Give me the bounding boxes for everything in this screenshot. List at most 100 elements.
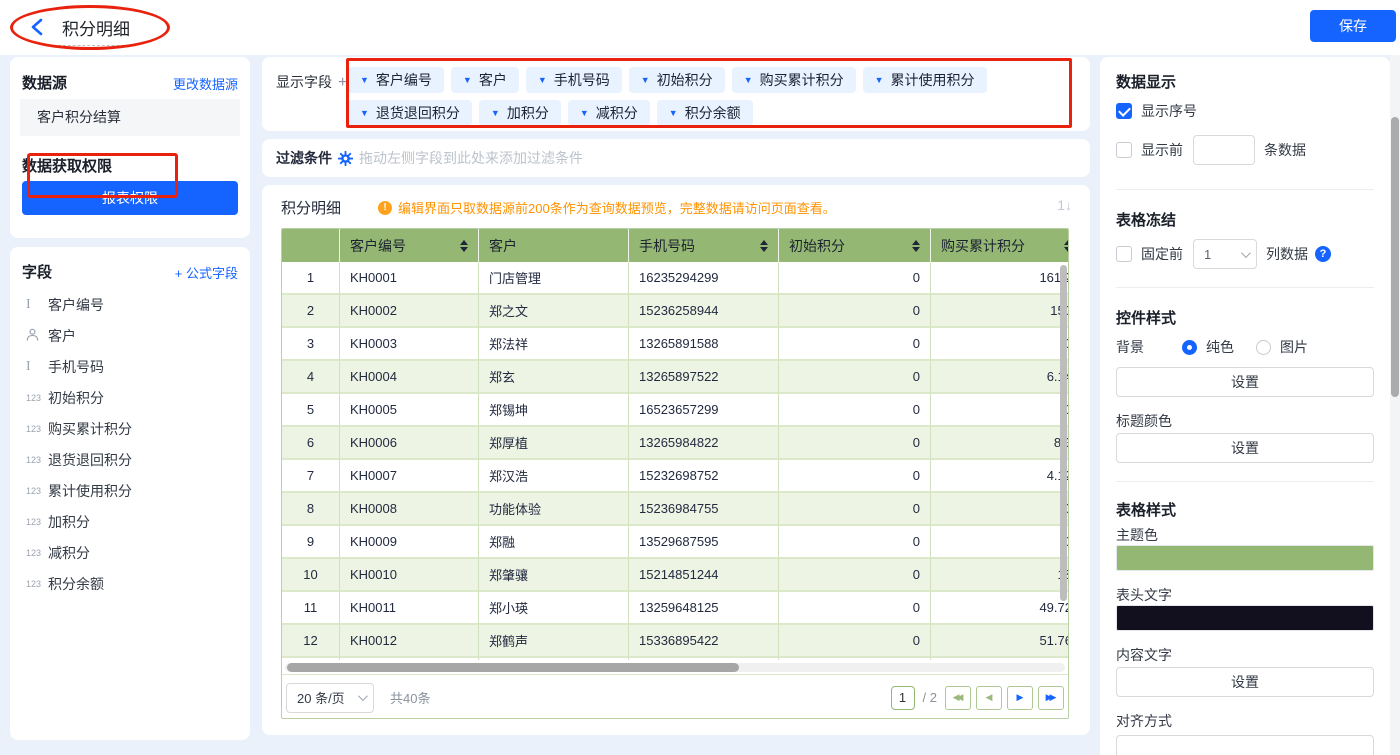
background-label: 背景 xyxy=(1116,337,1182,357)
table-row: 2KH0002郑之文152362589440150 xyxy=(282,295,1069,328)
back-icon[interactable] xyxy=(28,17,48,37)
display-fields-label: 显示字段+ xyxy=(276,69,347,96)
sort-icon[interactable] xyxy=(912,240,920,252)
page-number-input[interactable]: 1 xyxy=(891,686,915,710)
divider xyxy=(1116,481,1374,482)
show-first-input[interactable] xyxy=(1193,135,1255,165)
table-cell xyxy=(340,658,479,660)
row-index-cell: 5 xyxy=(282,394,340,427)
filter-label: 过滤条件 xyxy=(276,148,332,168)
field-item[interactable]: I手机号码 xyxy=(10,351,250,382)
table-cell: 郑玄 xyxy=(479,361,629,394)
freeze-checkbox[interactable] xyxy=(1116,246,1132,262)
sort-icon[interactable] xyxy=(460,240,468,252)
fields-title: 字段 xyxy=(22,261,52,282)
prev-page-button[interactable]: ◀ xyxy=(976,686,1002,710)
show-index-checkbox[interactable] xyxy=(1116,103,1132,119)
freeze-count-select[interactable]: 1 xyxy=(1193,239,1257,269)
table-header-cell[interactable]: 初始积分 xyxy=(779,229,931,262)
sort-icon[interactable] xyxy=(760,240,768,252)
field-item[interactable]: 123退货退回积分 xyxy=(10,444,250,475)
image-radio[interactable] xyxy=(1256,340,1271,355)
field-item[interactable]: 123积分余额 xyxy=(10,568,250,599)
total-count: 共40条 xyxy=(390,688,430,707)
filter-placeholder: 拖动左侧字段到此处来添加过滤条件 xyxy=(359,148,583,168)
table-horizontal-scrollbar[interactable] xyxy=(287,663,739,672)
title-color-set-button[interactable]: 设置 xyxy=(1116,433,1374,463)
sort-order-icon[interactable]: 1↓ xyxy=(1057,197,1072,213)
page-size-select[interactable]: 20 条/页 xyxy=(286,683,374,713)
last-page-button[interactable]: ▶▶ xyxy=(1038,686,1064,710)
display-field-chip[interactable]: ▼手机号码 xyxy=(526,67,622,93)
next-page-button[interactable]: ▶ xyxy=(1007,686,1033,710)
page-title[interactable]: 积分明细 xyxy=(58,15,134,46)
display-field-chip[interactable]: ▼积分余额 xyxy=(657,100,753,126)
datasource-name[interactable]: 客户积分结算 xyxy=(20,99,240,136)
theme-color-swatch[interactable] xyxy=(1116,545,1374,571)
display-field-chip[interactable]: ▼累计使用积分 xyxy=(863,67,987,93)
table-cell xyxy=(931,658,1069,660)
freeze-count-value: 1 xyxy=(1204,247,1211,262)
gear-icon[interactable] xyxy=(338,151,353,166)
divider xyxy=(1116,189,1374,190)
display-field-chip[interactable]: ▼购买累计积分 xyxy=(732,67,856,93)
table-row: 11KH0011郑小瑛13259648125049.72 xyxy=(282,592,1069,625)
field-item[interactable]: 123累计使用积分 xyxy=(10,475,250,506)
background-set-button[interactable]: 设置 xyxy=(1116,367,1374,397)
save-button[interactable]: 保存 xyxy=(1310,10,1396,42)
content-text-set-button[interactable]: 设置 xyxy=(1116,667,1374,697)
add-formula-field-link[interactable]: + 公式字段 xyxy=(175,263,238,282)
field-item[interactable]: 123购买累计积分 xyxy=(10,413,250,444)
change-datasource-link[interactable]: 更改数据源 xyxy=(173,74,238,93)
align-control[interactable] xyxy=(1116,735,1374,755)
field-item-label: 购买累计积分 xyxy=(48,419,132,439)
person-field-icon xyxy=(26,328,48,344)
sort-icon[interactable] xyxy=(1064,240,1069,252)
table-cell: 0 xyxy=(931,493,1069,526)
table-cell: KH0001 xyxy=(340,262,479,295)
help-icon[interactable]: ? xyxy=(1315,246,1331,262)
display-field-chip[interactable]: ▼客户 xyxy=(451,67,519,93)
table-cell: 6.14 xyxy=(931,361,1069,394)
display-field-chip[interactable]: ▼客户编号 xyxy=(348,67,444,93)
table-header-cell[interactable]: 购买累计积分 xyxy=(931,229,1069,262)
chevron-down-icon: ▼ xyxy=(538,75,547,85)
table-cell: 郑鹤声 xyxy=(479,625,629,658)
field-item[interactable]: I客户编号 xyxy=(10,289,250,320)
table-vertical-scrollbar[interactable] xyxy=(1060,265,1067,601)
table-header-cell[interactable]: 手机号码 xyxy=(629,229,779,262)
sort-up-icon xyxy=(912,240,920,245)
table-row: 3KH0003郑法祥1326589158800 xyxy=(282,328,1069,361)
table-header-cell[interactable]: 客户 xyxy=(479,229,629,262)
chevron-down-icon: ▼ xyxy=(875,75,884,85)
table-cell: 郑之文 xyxy=(479,295,629,328)
first-page-button[interactable]: ◀◀ xyxy=(945,686,971,710)
table-cell: 16235294299 xyxy=(629,262,779,295)
table-row: 5KH0005郑锡坤1652365729900 xyxy=(282,394,1069,427)
table-row: 10KH0010郑肇骧15214851244018 xyxy=(282,559,1069,592)
table-cell: KH0008 xyxy=(340,493,479,526)
row-index-cell: 3 xyxy=(282,328,340,361)
display-field-chip[interactable]: ▼加积分 xyxy=(479,100,561,126)
field-item-label: 加积分 xyxy=(48,512,90,532)
field-item[interactable]: 客户 xyxy=(10,320,250,351)
display-field-chip[interactable]: ▼退货退回积分 xyxy=(348,100,472,126)
table-body: 1KH0001门店管理162352942990161.22KH0002郑之文15… xyxy=(282,262,1069,660)
display-field-chip[interactable]: ▼减积分 xyxy=(568,100,650,126)
report-permission-button[interactable]: 报表权限 xyxy=(22,181,238,215)
header-text-swatch[interactable] xyxy=(1116,605,1374,631)
row-index-cell: 10 xyxy=(282,559,340,592)
field-item[interactable]: 123加积分 xyxy=(10,506,250,537)
page-scrollbar[interactable] xyxy=(1391,117,1399,397)
solid-color-radio[interactable] xyxy=(1182,340,1197,355)
show-index-label: 显示序号 xyxy=(1141,101,1197,121)
add-field-icon[interactable]: + xyxy=(338,74,347,91)
field-item[interactable]: 123初始积分 xyxy=(10,382,250,413)
table-cell: 13529687595 xyxy=(629,526,779,559)
display-field-chip[interactable]: ▼初始积分 xyxy=(629,67,725,93)
field-item[interactable]: 123减积分 xyxy=(10,537,250,568)
table-cell: KH0004 xyxy=(340,361,479,394)
table-header-cell[interactable]: 客户编号 xyxy=(340,229,479,262)
show-first-checkbox[interactable] xyxy=(1116,142,1132,158)
chevron-down-icon: ▼ xyxy=(360,108,369,118)
